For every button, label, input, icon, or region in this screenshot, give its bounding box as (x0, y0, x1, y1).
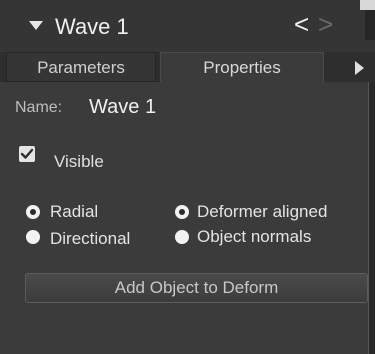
chevron-right-icon[interactable]: > (318, 11, 333, 37)
radial-radio[interactable] (26, 205, 40, 219)
object-normals-label[interactable]: Object normals (197, 227, 311, 247)
chevron-left-icon[interactable]: < (294, 11, 309, 37)
tab-scroll-right-icon[interactable] (355, 61, 364, 75)
visible-checkbox[interactable] (19, 146, 35, 162)
panel-title-bar: Wave 1 < > (0, 0, 375, 52)
directional-label[interactable]: Directional (50, 229, 130, 249)
panel-corner-handle[interactable] (360, 0, 375, 10)
radial-label[interactable]: Radial (50, 202, 98, 222)
tab-bar: Parameters Properties (0, 52, 375, 82)
tab-properties[interactable]: Properties (160, 52, 324, 82)
deformer-aligned-label[interactable]: Deformer aligned (197, 202, 327, 222)
name-label: Name: (15, 99, 63, 116)
visible-label[interactable]: Visible (54, 152, 104, 172)
add-object-to-deform-button[interactable]: Add Object to Deform (25, 273, 368, 303)
tab-parameters[interactable]: Parameters (6, 52, 156, 82)
checkmark-icon (20, 148, 34, 159)
object-normals-radio[interactable] (175, 230, 189, 244)
properties-content: Name: Wave 1 Visible Radial Directional … (0, 82, 368, 354)
directional-radio[interactable] (26, 230, 40, 244)
panel-edge (365, 10, 375, 40)
name-value[interactable]: Wave 1 (89, 96, 156, 119)
scrollbar[interactable] (368, 82, 375, 354)
panel-title: Wave 1 (55, 14, 129, 39)
wave-deformer-panel: Wave 1 < > Parameters Properties Name: W… (0, 0, 375, 354)
collapse-triangle-icon[interactable] (29, 21, 43, 30)
deformer-aligned-radio[interactable] (175, 205, 189, 219)
